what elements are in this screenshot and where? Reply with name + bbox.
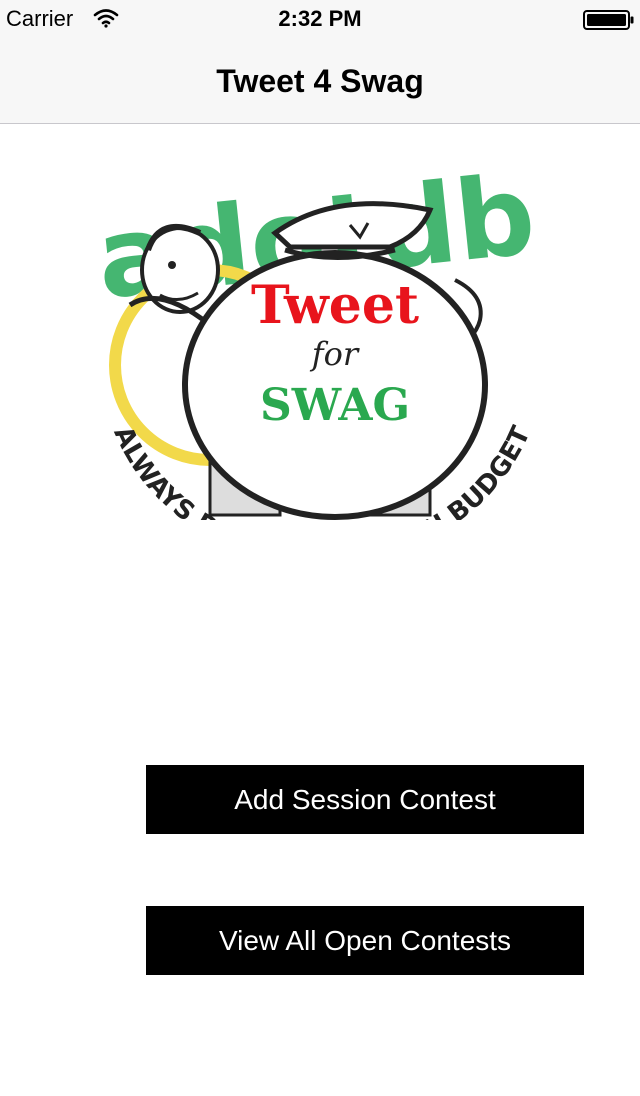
logo-bag-line3: SWAG (260, 380, 410, 431)
logo-bag-line1: Tweet (251, 275, 419, 336)
logo-bag-line2: for (310, 335, 360, 373)
status-bar: Carrier 2:32 PM (0, 0, 640, 40)
app-logo: adotdb ALWAYS DONE ON TIME ON BUDGET Tw (60, 155, 580, 520)
view-open-contests-button[interactable]: View All Open Contests (146, 906, 584, 975)
navigation-bar: Tweet 4 Swag (0, 40, 640, 124)
battery-icon (583, 10, 635, 30)
clock: 2:32 PM (278, 6, 362, 31)
add-session-contest-button[interactable]: Add Session Contest (146, 765, 584, 834)
page-title: Tweet 4 Swag (216, 63, 424, 99)
